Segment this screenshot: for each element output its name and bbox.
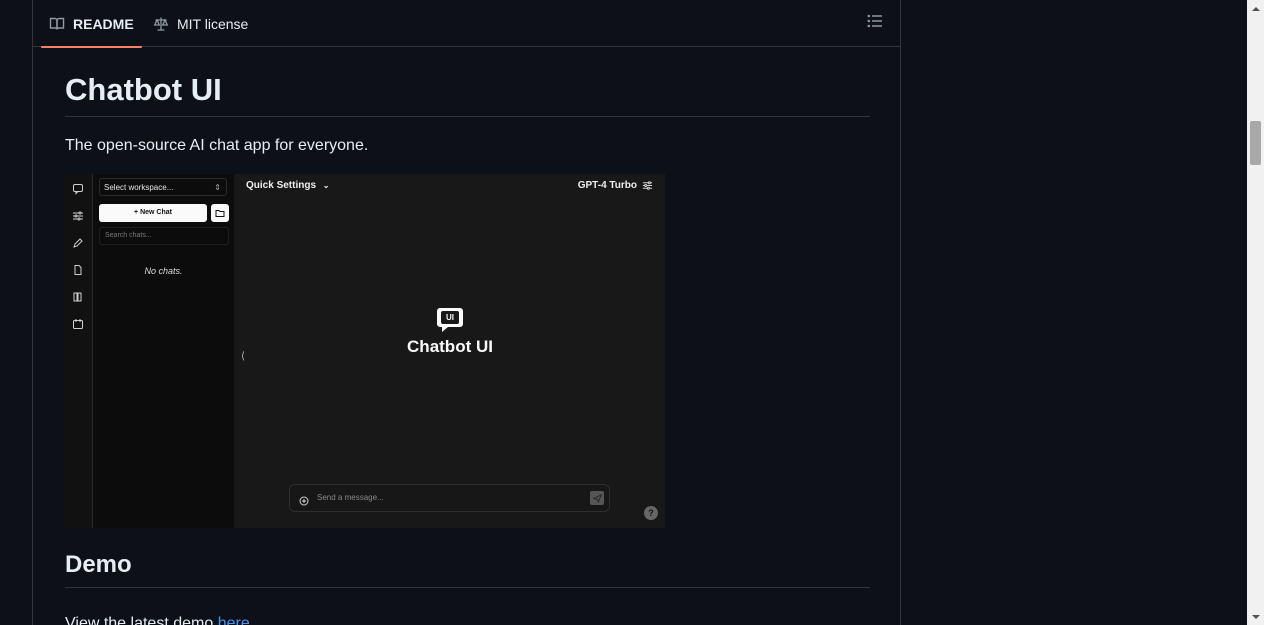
page: README MIT license Chatbot UI The open-s… [0, 0, 1264, 625]
demo-paragraph: View the latest demo here [65, 612, 250, 625]
tab-readme-label: README [73, 15, 134, 32]
demo-text: View the latest demo [65, 615, 218, 625]
tab-license[interactable]: MIT license [153, 0, 248, 47]
demo-heading: Demo [65, 550, 870, 588]
demo-link[interactable]: here [218, 615, 250, 625]
chevron-left-icon: ⟨ [241, 351, 245, 362]
scroll-down-arrow-icon[interactable] [1247, 608, 1264, 625]
screenshot-message-input: Send a message... [289, 484, 610, 512]
plus-circle-icon [299, 493, 309, 511]
page-scrollbar[interactable] [1247, 0, 1264, 625]
screenshot-quick-settings: Quick Settings ⌄ [246, 180, 330, 191]
screenshot-search-chats: Search chats... [99, 227, 229, 245]
outline-button[interactable] [866, 14, 884, 32]
tab-license-label: MIT license [177, 15, 249, 32]
chatbot-logo-icon: UI [435, 305, 465, 335]
screenshot-sidebar: Select workspace... ⇕ + New Chat Search … [93, 174, 234, 528]
screenshot-no-chats: No chats. [144, 266, 183, 276]
sliders-icon [642, 180, 653, 191]
readme-panel: README MIT license Chatbot UI The open-s… [32, 0, 901, 625]
pencil-icon [71, 236, 84, 249]
scale-icon [153, 16, 169, 32]
screenshot-brand: Chatbot UI [407, 337, 493, 356]
scrollbar-thumb[interactable] [1250, 121, 1261, 165]
screenshot-workspace-label: Select workspace... [104, 183, 174, 192]
calendar-icon [71, 317, 84, 330]
screenshot-icon-rail [65, 174, 93, 528]
scroll-up-arrow-icon[interactable] [1247, 0, 1264, 17]
help-icon: ? [644, 506, 658, 520]
screenshot-workspace-select: Select workspace... ⇕ [99, 178, 227, 196]
chevron-down-icon: ⌄ [322, 181, 330, 190]
logo-text: UI [446, 313, 454, 322]
readme-tagline: The open-source AI chat app for everyone… [65, 137, 369, 155]
list-icon [867, 13, 883, 34]
readme-title: Chatbot UI [65, 71, 870, 118]
screenshot-model: GPT-4 Turbo [578, 180, 653, 191]
chevron-updown-icon: ⇕ [214, 183, 221, 192]
screenshot-quick-settings-label: Quick Settings [246, 180, 317, 191]
send-icon [590, 491, 604, 505]
books-icon [71, 290, 84, 303]
screenshot-new-chat: + New Chat [99, 204, 207, 222]
readme-content: Chatbot UI The open-source AI chat app f… [65, 47, 870, 625]
tab-readme[interactable]: README [41, 0, 142, 48]
sliders-icon [71, 209, 84, 222]
app-screenshot-image[interactable]: Select workspace... ⇕ + New Chat Search … [65, 174, 665, 528]
chat-bubble-icon [71, 182, 84, 195]
folder-plus-icon [211, 204, 229, 222]
readme-tabs: README MIT license [33, 0, 900, 48]
screenshot-message-placeholder: Send a message... [317, 493, 384, 502]
screenshot-model-label: GPT-4 Turbo [577, 180, 637, 191]
book-icon [49, 16, 65, 32]
file-icon [71, 263, 84, 276]
